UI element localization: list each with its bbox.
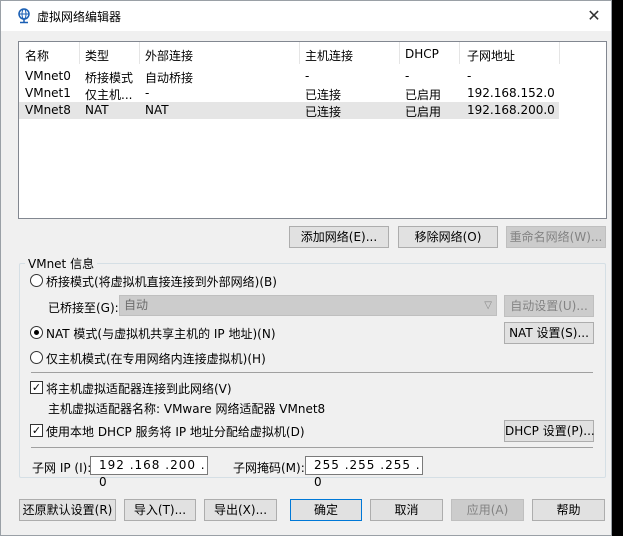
- dhcp-settings-button[interactable]: DHCP 设置(P)...: [504, 420, 595, 442]
- host-only-label[interactable]: 仅主机模式(在专用网络内连接虚拟机)(H): [46, 350, 266, 367]
- add-network-button[interactable]: 添加网络(E)...: [289, 226, 389, 248]
- bridge-mode-radio[interactable]: [30, 274, 43, 287]
- subnet-mask-label: 子网掩码(M):: [233, 461, 305, 475]
- connect-adapter-label[interactable]: 将主机虚拟适配器连接到此网络(V): [46, 380, 232, 397]
- dhcp-label[interactable]: 使用本地 DHCP 服务将 IP 地址分配给虚拟机(D): [46, 423, 305, 440]
- remove-network-button[interactable]: 移除网络(O): [398, 226, 498, 248]
- list-header: 名称 类型 外部连接 主机连接 DHCP 子网地址: [19, 46, 606, 63]
- close-icon[interactable]: ✕: [581, 3, 607, 29]
- column-header-dhcp[interactable]: DHCP: [405, 47, 439, 61]
- column-header-subnet[interactable]: 子网地址: [467, 47, 515, 64]
- bridge-mode-label[interactable]: 桥接模式(将虚拟机直接连接到外部网络)(B): [46, 273, 277, 290]
- subnet-ip-label: 子网 IP (I):: [32, 461, 92, 475]
- column-header-type[interactable]: 类型: [85, 47, 109, 64]
- auto-settings-button[interactable]: 自动设置(U)...: [504, 295, 594, 317]
- adapter-name-label: 主机虚拟适配器名称: VMware 网络适配器 VMnet8: [48, 402, 326, 416]
- divider: [31, 372, 593, 373]
- rename-network-button[interactable]: 重命名网络(W)...: [506, 226, 606, 248]
- host-only-radio[interactable]: [30, 351, 43, 364]
- column-header-name[interactable]: 名称: [25, 47, 49, 64]
- vmnet-info-title: VMnet 信息: [25, 255, 98, 272]
- dhcp-checkbox[interactable]: ✓: [30, 424, 43, 437]
- export-button[interactable]: 导出(X)...: [204, 499, 277, 521]
- divider: [31, 447, 593, 448]
- import-button[interactable]: 导入(T)...: [124, 499, 196, 521]
- help-button[interactable]: 帮助: [532, 499, 605, 521]
- title-bar: 虚拟网络编辑器 ✕: [1, 1, 611, 31]
- nat-settings-button[interactable]: NAT 设置(S)...: [504, 322, 594, 344]
- bridged-to-select[interactable]: 自动 ▽: [119, 295, 497, 316]
- table-row[interactable]: VMnet1 仅主机... - 已连接 已启用 192.168.152.0: [19, 85, 559, 102]
- column-header-host[interactable]: 主机连接: [305, 47, 353, 64]
- subnet-mask-field[interactable]: 255 .255 .255 . 0: [305, 456, 423, 489]
- chevron-down-icon: ▽: [484, 300, 492, 311]
- column-header-external[interactable]: 外部连接: [145, 47, 193, 64]
- subnet-ip-field[interactable]: 192 .168 .200 . 0: [90, 456, 208, 489]
- window-title: 虚拟网络编辑器: [37, 10, 122, 24]
- apply-button[interactable]: 应用(A): [451, 499, 524, 521]
- table-row-selected[interactable]: VMnet8 NAT NAT 已连接 已启用 192.168.200.0: [19, 102, 559, 119]
- ok-button[interactable]: 确定: [290, 499, 362, 521]
- network-list[interactable]: 名称 类型 外部连接 主机连接 DHCP 子网地址 VMnet0 桥接模式 自动…: [18, 41, 607, 219]
- nat-mode-radio[interactable]: [30, 326, 43, 339]
- nat-mode-label[interactable]: NAT 模式(与虚拟机共享主机的 IP 地址)(N): [46, 325, 276, 342]
- virtual-network-editor-window: 虚拟网络编辑器 ✕ 名称 类型 外部连接 主机连接 DHCP 子网地址 VMne…: [0, 0, 612, 536]
- network-globe-icon: [18, 8, 30, 24]
- table-row[interactable]: VMnet0 桥接模式 自动桥接 - - -: [19, 68, 559, 85]
- bridged-to-label: 已桥接至(G):: [48, 301, 119, 315]
- cancel-button[interactable]: 取消: [370, 499, 443, 521]
- connect-adapter-checkbox[interactable]: ✓: [30, 381, 43, 394]
- restore-defaults-button[interactable]: 还原默认设置(R): [19, 499, 116, 521]
